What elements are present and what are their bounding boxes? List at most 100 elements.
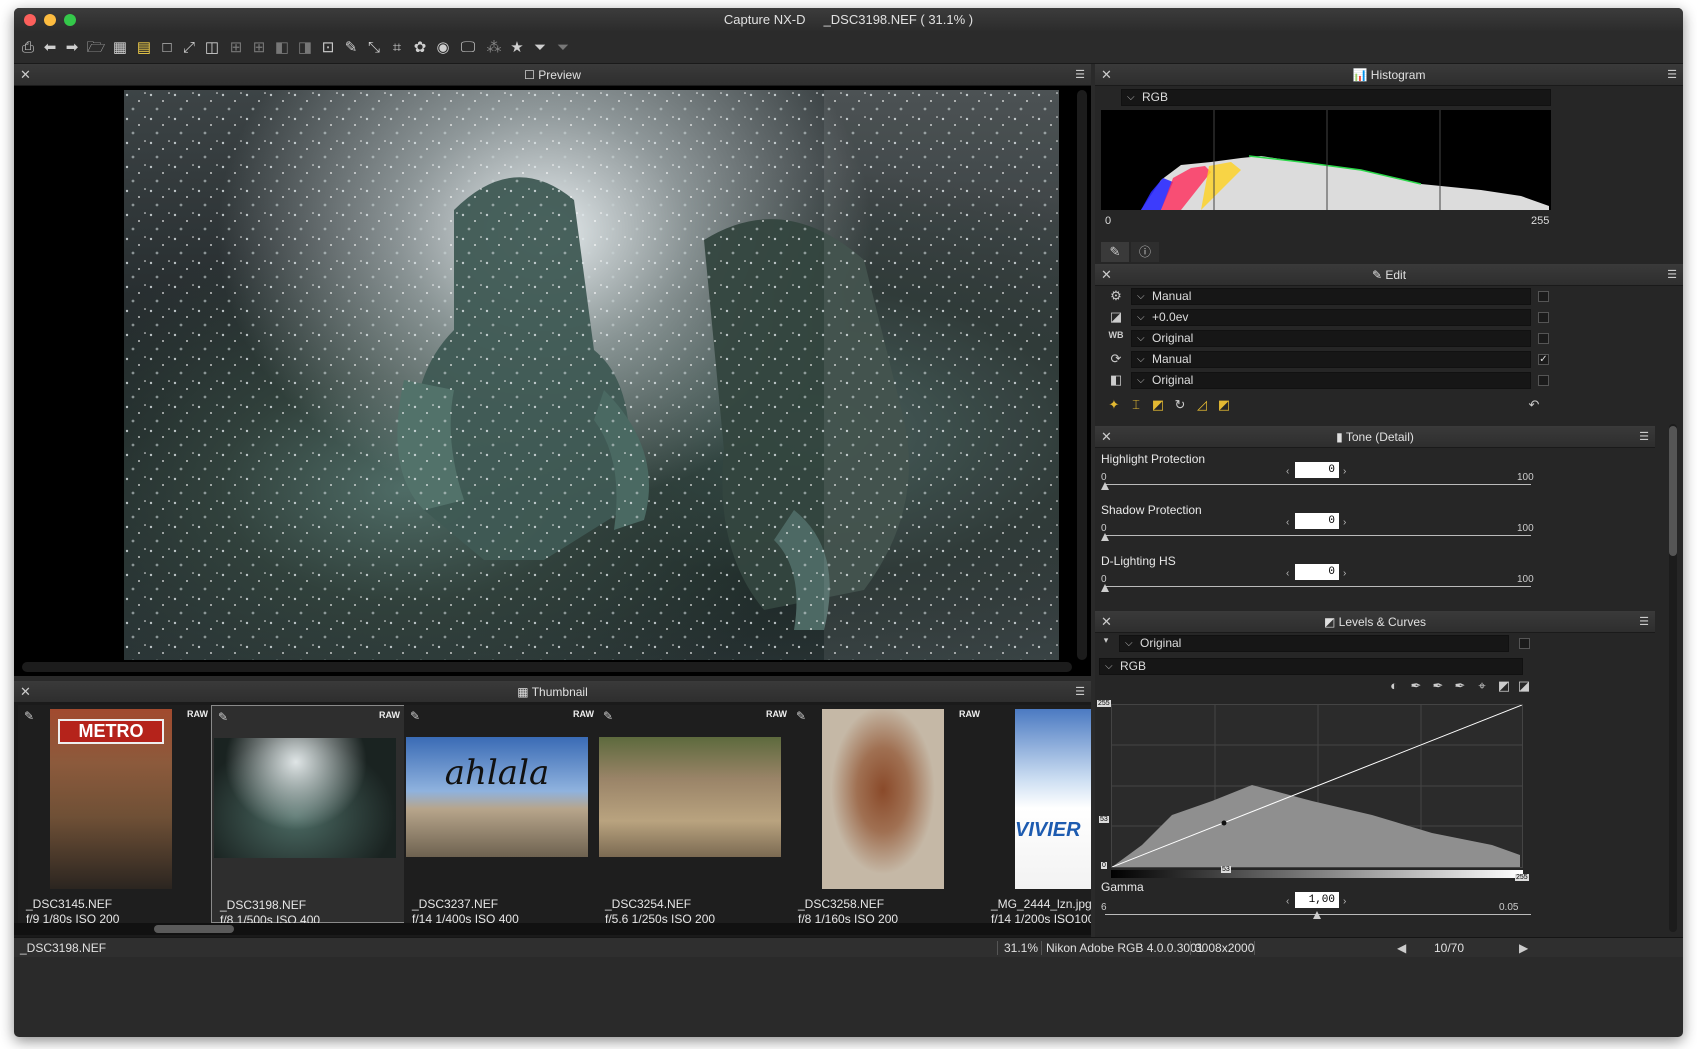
fullscreen-icon[interactable]: ⤢ — [179, 38, 199, 58]
curve-graph[interactable] — [1111, 704, 1523, 868]
collapse-arrow-icon[interactable]: ▾ — [1097, 635, 1115, 646]
slider-value-input[interactable]: 0 — [1295, 462, 1339, 478]
thumbnail-item[interactable]: ✎ RAW _DSC3254.NEF f/5.6 1/250s ISO 200 — [597, 705, 793, 926]
decrement-arrow[interactable]: ‹ — [1286, 896, 1289, 907]
edit-row-checkbox-checked[interactable]: ✓ — [1538, 354, 1549, 365]
compare-after-icon[interactable]: ◨ — [295, 38, 315, 58]
edit-row-select[interactable]: Original — [1131, 330, 1531, 347]
levels-mid-marker[interactable]: 53 — [1221, 866, 1231, 873]
right-panel-scrollbar[interactable] — [1669, 424, 1677, 932]
increment-arrow[interactable]: › — [1343, 517, 1346, 528]
reset-icon[interactable]: ↶ — [1525, 397, 1543, 413]
panel-menu-icon[interactable]: ☰ — [1639, 611, 1649, 633]
levels-checkbox[interactable] — [1519, 638, 1530, 649]
increment-arrow[interactable]: › — [1343, 568, 1346, 579]
panel-menu-icon[interactable]: ☰ — [1667, 64, 1677, 86]
thumbnail-item[interactable]: ✎ RAW METRO _DSC3145.NEF f/9 1/80s ISO 2… — [18, 705, 214, 926]
levels-channel-select[interactable]: RGB — [1099, 658, 1523, 675]
close-icon[interactable]: ✕ — [1101, 64, 1112, 86]
preview-image[interactable] — [124, 90, 1059, 660]
open-folder-icon[interactable]: 🗁 — [86, 38, 106, 58]
slider-track[interactable] — [1105, 484, 1531, 485]
slider-track[interactable] — [1105, 586, 1531, 587]
compare-two-icon[interactable]: ◫ — [202, 38, 222, 58]
panel-menu-icon[interactable]: ☰ — [1667, 264, 1677, 286]
edit-row-select[interactable]: Manual — [1131, 351, 1531, 368]
edit-row-checkbox[interactable] — [1538, 312, 1549, 323]
levels-white-marker[interactable]: 255 — [1515, 874, 1529, 881]
slider-track[interactable] — [1105, 535, 1531, 536]
black-eyedropper-icon[interactable]: ✒ — [1407, 678, 1425, 694]
gray-eyedropper-icon[interactable]: ✒ — [1429, 678, 1447, 694]
crop-icon[interactable]: ⌗ — [387, 38, 407, 58]
filter-icon[interactable]: ⏷ — [530, 38, 550, 58]
next-image-icon[interactable]: ▶ — [1519, 938, 1528, 958]
slider-thumb[interactable] — [1101, 584, 1109, 592]
previous-image-icon[interactable]: ◀ — [1397, 938, 1406, 958]
scrollbar-thumb[interactable] — [154, 925, 234, 933]
close-icon[interactable]: ✕ — [20, 681, 31, 703]
panel-menu-icon[interactable]: ☰ — [1075, 64, 1085, 86]
contrast-icon[interactable]: ◐ — [1385, 678, 1403, 693]
decrement-arrow[interactable]: ‹ — [1286, 517, 1289, 528]
compare-before-icon[interactable]: ◧ — [272, 38, 292, 58]
straighten-icon[interactable]: ⤡ — [364, 38, 384, 58]
decrement-arrow[interactable]: ‹ — [1286, 568, 1289, 579]
auto-retouch-icon[interactable]: ⁂ — [484, 38, 504, 58]
histogram-channel-select[interactable]: RGB — [1121, 89, 1551, 106]
gamma-slider-thumb[interactable] — [1313, 911, 1321, 919]
display-icon[interactable]: 🖵 — [458, 38, 478, 58]
red-eye-icon[interactable]: ◉ — [433, 38, 453, 58]
levels-gradient-bar[interactable] — [1111, 870, 1523, 878]
thumbnail-item[interactable]: ✎ RAW _DSC3258.NEF f/8 1/160s ISO 200 — [790, 705, 986, 926]
tool-curves-icon[interactable]: ◩ — [1215, 397, 1233, 413]
brush-icon[interactable]: ✎ — [341, 38, 361, 58]
slider-value-input[interactable]: 0 — [1295, 513, 1339, 529]
grid-view-icon[interactable]: ▦ — [110, 38, 130, 58]
info-tab-icon[interactable]: ⓘ — [1131, 242, 1159, 262]
edit-row-select[interactable]: +0.0ev — [1131, 309, 1531, 326]
filmstrip-view-icon[interactable]: ▤ — [134, 38, 154, 58]
thumbnail-item[interactable]: VIVIER _MG_2444_lzn.jpg f/14 1/200s ISO1… — [983, 705, 1091, 923]
thumbnail-item-selected[interactable]: ✎ RAW _DSC3198.NEF f/8 1/500s ISO 400 — [211, 705, 407, 927]
tool-perspective-icon[interactable]: ◿ — [1193, 397, 1211, 413]
slider-thumb[interactable] — [1101, 533, 1109, 541]
preview-horizontal-scrollbar[interactable] — [22, 662, 1072, 672]
close-window-button[interactable] — [24, 14, 36, 26]
tool-levels-icon[interactable]: ◩ — [1149, 397, 1167, 413]
single-view-icon[interactable]: □ — [157, 38, 177, 58]
edit-row-checkbox[interactable] — [1538, 375, 1549, 386]
gamma-value-input[interactable]: 1,00 — [1295, 892, 1339, 908]
compare-four-icon[interactable]: ⊞ — [249, 38, 269, 58]
thumbnail-item[interactable]: ✎ RAW ahlala _DSC3237.NEF f/14 1/400s IS… — [404, 705, 600, 926]
back-icon[interactable]: ⬅ — [40, 38, 60, 58]
compare-grid-icon[interactable]: ⊞ — [226, 38, 246, 58]
print-icon[interactable]: ⎙ — [18, 38, 38, 58]
edit-tab-icon[interactable]: ✎ — [1101, 242, 1129, 262]
tool-rotate-icon[interactable]: ↻ — [1171, 397, 1189, 413]
preview-vertical-scrollbar[interactable] — [1077, 90, 1087, 660]
close-icon[interactable]: ✕ — [1101, 611, 1112, 633]
minimize-window-button[interactable] — [44, 14, 56, 26]
edit-row-select[interactable]: Manual — [1131, 288, 1531, 305]
zoom-window-button[interactable] — [64, 14, 76, 26]
scrollbar-thumb[interactable] — [1669, 426, 1677, 556]
add-point-icon[interactable]: ⌖ — [1473, 678, 1491, 694]
tool-lens-icon[interactable]: ⌶ — [1127, 397, 1145, 413]
edit-row-checkbox[interactable] — [1538, 291, 1549, 302]
panel-menu-icon[interactable]: ☰ — [1075, 681, 1085, 703]
decrement-arrow[interactable]: ‹ — [1286, 466, 1289, 477]
forward-icon[interactable]: ➡ — [62, 38, 82, 58]
panel-menu-icon[interactable]: ☰ — [1639, 426, 1649, 448]
increment-arrow[interactable]: › — [1343, 466, 1346, 477]
levels-preset-select[interactable]: Original — [1119, 635, 1509, 652]
filter-clear-icon[interactable]: ⏷ — [553, 38, 573, 58]
dust-icon[interactable]: ✿ — [410, 38, 430, 58]
tool-auto-icon[interactable]: ✦ — [1105, 397, 1123, 413]
increment-arrow[interactable]: › — [1343, 896, 1346, 907]
close-icon[interactable]: ✕ — [1101, 264, 1112, 286]
white-eyedropper-icon[interactable]: ✒ — [1451, 678, 1469, 694]
edit-row-checkbox[interactable] — [1538, 333, 1549, 344]
close-icon[interactable]: ✕ — [1101, 426, 1112, 448]
slider-value-input[interactable]: 0 — [1295, 564, 1339, 580]
